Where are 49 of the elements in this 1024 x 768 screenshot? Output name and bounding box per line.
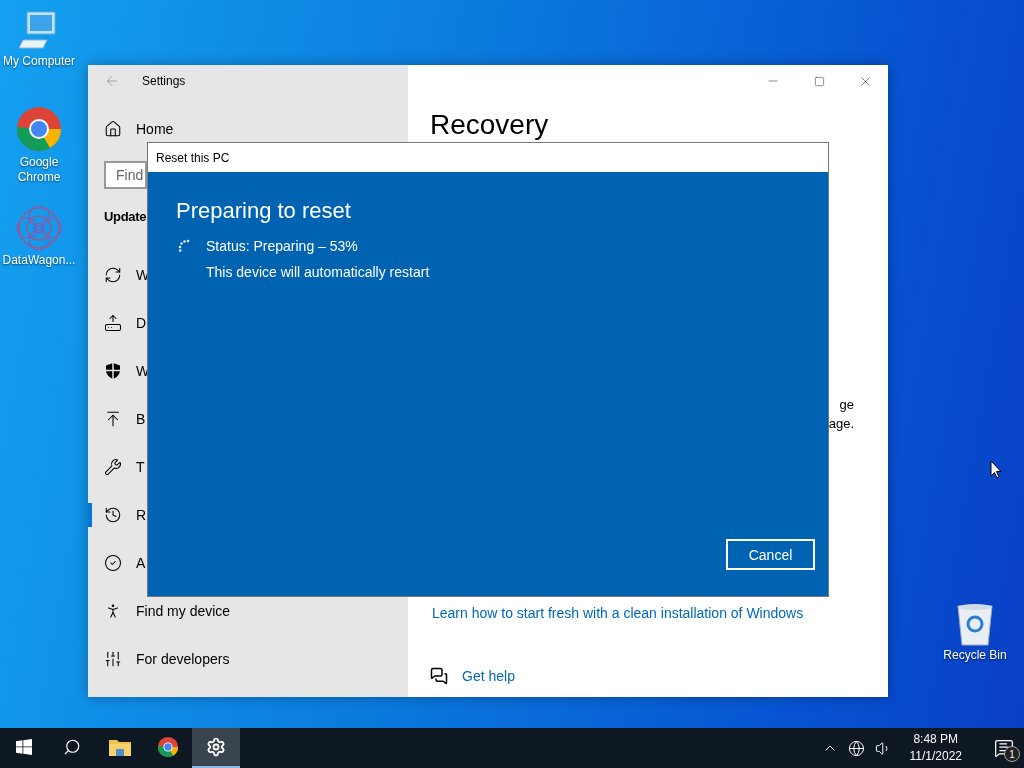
settings-icon (206, 737, 226, 757)
notifications-button[interactable]: 1 (984, 728, 1024, 768)
search-field[interactable]: Find (104, 161, 147, 189)
sidebar-item[interactable]: B (88, 395, 408, 443)
window-title: Settings (142, 74, 186, 88)
notification-icon (994, 738, 1014, 758)
desktop-icon-label[interactable]: Recycle Bin (943, 648, 1007, 663)
search-icon (63, 738, 81, 756)
folder-icon (109, 738, 131, 756)
home-icon (104, 120, 122, 138)
sidebar-item[interactable]: Find my device (88, 587, 408, 635)
windows-logo-icon (16, 739, 32, 755)
section-heading: Update (104, 209, 147, 224)
get-help-link[interactable]: Get help (462, 668, 515, 684)
chrome-icon (15, 105, 63, 153)
settings-button[interactable] (192, 728, 240, 768)
computer-icon (19, 10, 59, 52)
sidebar-item[interactable]: T (88, 443, 408, 491)
mouse-cursor-icon (990, 460, 1002, 479)
clock[interactable]: 8:48 PM 11/1/2022 (899, 731, 972, 765)
mandala-icon (16, 205, 62, 251)
home-link[interactable]: Home (136, 121, 174, 137)
sidebar-item[interactable]: For developers (88, 635, 408, 683)
check-circle-icon (104, 554, 122, 572)
maximize-icon (813, 75, 825, 87)
status-text: Status: Preparing – 53% (206, 238, 358, 254)
restore-icon (104, 506, 122, 524)
notification-count: 1 (1004, 746, 1020, 762)
clean-install-link[interactable]: Learn how to start fresh with a clean installation of Windows (432, 605, 804, 621)
sidebar-item[interactable]: D (88, 299, 408, 347)
sliders-icon (104, 650, 122, 668)
chrome-icon (157, 736, 179, 758)
recycle-bin-icon (955, 602, 995, 646)
upload-icon (104, 314, 122, 332)
description-text: age. (828, 415, 854, 433)
upload-arrow-icon (104, 410, 122, 428)
shield-icon (104, 362, 122, 380)
sidebar-item[interactable]: A (88, 539, 408, 587)
dialog-heading: Preparing to reset (176, 198, 352, 224)
restart-note: This device will automatically restart (206, 264, 431, 280)
dialog-title: Reset this PC (156, 150, 230, 165)
chat-help-icon (430, 667, 448, 685)
cancel-button[interactable]: Cancel (726, 539, 815, 570)
description-text: ge (839, 396, 854, 414)
wrench-icon (104, 458, 122, 476)
page-title: Recovery (430, 109, 550, 141)
globe-icon (847, 739, 865, 757)
spinner-icon (178, 239, 190, 253)
sync-icon (104, 266, 122, 284)
